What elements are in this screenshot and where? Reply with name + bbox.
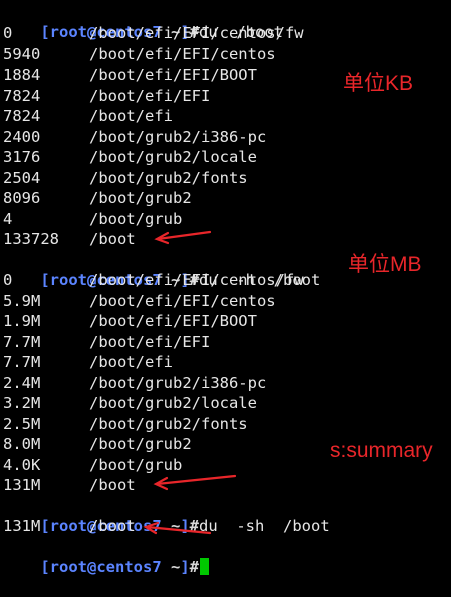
- prompt-cwd: ~: [161, 558, 181, 576]
- du-size: 7824: [3, 107, 41, 125]
- du-size: 2504: [3, 169, 41, 187]
- du-path: /boot/efi: [89, 107, 173, 125]
- output-row: 7.7M/boot/efi/EFI: [3, 332, 210, 352]
- du-path: /boot/efi/EFI/BOOT: [89, 66, 257, 84]
- prompt-line-active[interactable]: [root@centos7 ~]#: [3, 537, 210, 576]
- du-path: /boot: [89, 517, 136, 535]
- output-row: 8.0M/boot/grub2: [3, 434, 192, 454]
- prompt-line-1: [root@centos7 ~]#du /boot: [3, 2, 283, 41]
- du-size: 2.5M: [3, 415, 41, 433]
- prompt-hash: #: [189, 517, 200, 535]
- prompt-cwd: ~: [161, 517, 181, 535]
- prompt-close-bracket: ]: [180, 558, 190, 576]
- prompt-line-3: [root@centos7 ~]#du -sh /boot: [3, 496, 329, 535]
- du-path: /boot/efi/EFI: [89, 333, 211, 351]
- output-row: 7824/boot/efi: [3, 106, 173, 126]
- output-row-total: 133728/boot: [3, 229, 136, 249]
- du-path: /boot/efi/EFI/centos: [89, 292, 276, 310]
- du-path: /boot/efi/EFI: [89, 87, 211, 105]
- du-size: 133728: [3, 230, 59, 248]
- du-path: /boot/grub2: [89, 435, 192, 453]
- du-path: /boot/grub2/fonts: [89, 169, 248, 187]
- du-path: /boot/efi: [89, 353, 173, 371]
- du-size: 7.7M: [3, 333, 41, 351]
- text-cursor[interactable]: [200, 558, 210, 575]
- output-row: 2.5M/boot/grub2/fonts: [3, 414, 248, 434]
- du-size: 2.4M: [3, 374, 41, 392]
- output-row: 2.4M/boot/grub2/i386-pc: [3, 373, 266, 393]
- du-path: /boot/grub2/fonts: [89, 415, 248, 433]
- du-size: 7824: [3, 87, 41, 105]
- arrow-kb-icon: [154, 230, 212, 245]
- output-row: 4/boot/grub: [3, 209, 182, 229]
- du-size: 4.0K: [3, 456, 41, 474]
- du-path: /boot/grub2: [89, 189, 192, 207]
- output-row: 5940/boot/efi/EFI/centos: [3, 44, 276, 64]
- output-row: 8096/boot/grub2: [3, 188, 192, 208]
- output-row: 7824/boot/efi/EFI: [3, 86, 210, 106]
- du-path: /boot: [89, 476, 136, 494]
- output-row: 3.2M/boot/grub2/locale: [3, 393, 257, 413]
- du-path: /boot/grub2/i386-pc: [89, 374, 267, 392]
- du-size: 131M: [3, 517, 41, 535]
- du-path: /boot: [89, 230, 136, 248]
- output-row: 0/boot/efi/EFI/centos/fw: [3, 270, 304, 290]
- output-row: 1.9M/boot/efi/EFI/BOOT: [3, 311, 257, 331]
- du-path: /boot/grub: [89, 456, 183, 474]
- terminal-window[interactable]: [root@centos7 ~]#du /boot 0/boot/efi/EFI…: [0, 0, 451, 576]
- du-size: 7.7M: [3, 353, 41, 371]
- annotation-unit-kb: 单位KB: [343, 72, 414, 95]
- du-size: 2400: [3, 128, 41, 146]
- output-row-total: 131M/boot: [3, 475, 136, 495]
- du-size: 8096: [3, 189, 41, 207]
- output-row: 5.9M/boot/efi/EFI/centos: [3, 291, 276, 311]
- du-path: /boot/efi/EFI/centos/fw: [89, 24, 304, 42]
- output-row: 7.7M/boot/efi: [3, 352, 173, 372]
- du-size: 5940: [3, 45, 41, 63]
- prompt-open-bracket: [: [40, 558, 50, 576]
- du-size: 0: [3, 24, 13, 42]
- output-row: 2400/boot/grub2/i386-pc: [3, 127, 266, 147]
- output-row: 4.0K/boot/grub: [3, 455, 182, 475]
- prompt-hash: #: [189, 558, 200, 576]
- du-size: 3.2M: [3, 394, 41, 412]
- du-size: 5.9M: [3, 292, 41, 310]
- du-size: 3176: [3, 148, 41, 166]
- du-path: /boot/efi/EFI/centos/fw: [89, 271, 304, 289]
- output-row: 2504/boot/grub2/fonts: [3, 168, 248, 188]
- arrow-mb-icon: [153, 474, 237, 491]
- annotation-unit-mb: 单位MB: [348, 253, 422, 276]
- prompt-user-host: root@centos7: [49, 558, 162, 576]
- du-path: /boot/grub: [89, 210, 183, 228]
- du-path: /boot/grub2/i386-pc: [89, 128, 267, 146]
- prompt-close-bracket: ]: [180, 517, 190, 535]
- du-path: /boot/efi/EFI/centos: [89, 45, 276, 63]
- du-size: 8.0M: [3, 435, 41, 453]
- du-size: 4: [3, 210, 13, 228]
- du-size: 1.9M: [3, 312, 41, 330]
- output-row-total: 131M/boot: [3, 516, 136, 536]
- prompt-line-2: [root@centos7 ~]#du -h /boot: [3, 250, 320, 289]
- annotation-summary: s:summary: [330, 439, 433, 462]
- du-path: /boot/efi/EFI/BOOT: [89, 312, 257, 330]
- output-row: 0/boot/efi/EFI/centos/fw: [3, 23, 304, 43]
- command-text: du -sh /boot: [199, 517, 330, 535]
- output-row: 3176/boot/grub2/locale: [3, 147, 257, 167]
- du-size: 1884: [3, 66, 41, 84]
- du-size: 0: [3, 271, 13, 289]
- du-path: /boot/grub2/locale: [89, 394, 257, 412]
- du-path: /boot/grub2/locale: [89, 148, 257, 166]
- output-row: 1884/boot/efi/EFI/BOOT: [3, 65, 257, 85]
- du-size: 131M: [3, 476, 41, 494]
